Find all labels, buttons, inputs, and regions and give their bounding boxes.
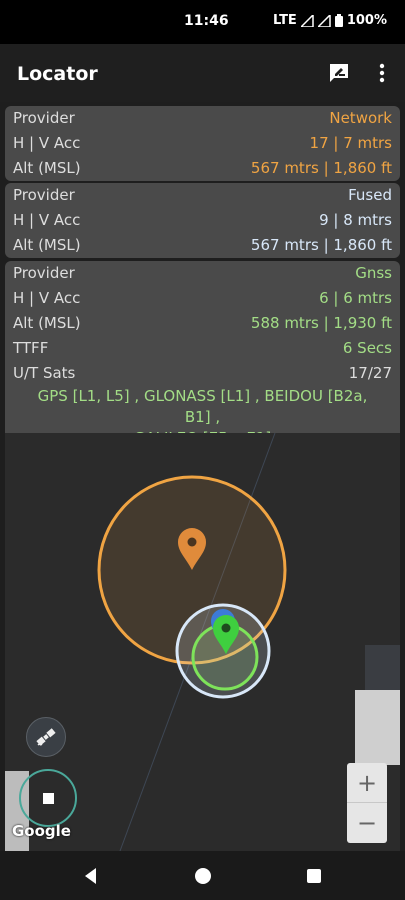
back-button[interactable] [80, 865, 102, 887]
altitude-row: Alt (MSL) 567 mtrs | 1,860 ft [5, 233, 400, 258]
gnss-provider-card: Provider Gnss H | V Acc 6 | 6 mtrs Alt (… [5, 261, 400, 451]
provider-row: Provider Fused [5, 183, 400, 208]
row-label: TTFF [13, 339, 49, 357]
stop-tracking-button[interactable] [19, 769, 77, 827]
row-label: H | V Acc [13, 211, 81, 229]
row-value: 9 | 8 mtrs [319, 211, 392, 229]
app-bar: Locator [0, 44, 405, 102]
provider-row: Provider Network [5, 106, 400, 131]
home-button[interactable] [192, 865, 214, 887]
row-label: Provider [13, 109, 75, 127]
recents-icon [307, 869, 321, 883]
row-value: Gnss [355, 264, 392, 282]
more-options-button[interactable] [367, 58, 397, 88]
row-label: Provider [13, 186, 75, 204]
row-label: U/T Sats [13, 364, 76, 382]
row-value: 6 Secs [342, 339, 392, 357]
stop-icon [42, 792, 54, 804]
row-label: Alt (MSL) [13, 314, 81, 332]
row-value: 17 | 7 mtrs [309, 134, 392, 152]
row-value: Network [329, 109, 392, 127]
signal-icon-2 [317, 14, 331, 27]
zoom-in-button[interactable]: + [347, 763, 387, 803]
accuracy-row: H | V Acc 6 | 6 mtrs [5, 286, 400, 311]
network-type: LTE [272, 13, 297, 28]
row-value: 6 | 6 mtrs [319, 289, 392, 307]
zoom-controls: + − [347, 763, 387, 843]
satellites-row: U/T Sats 17/27 [5, 361, 400, 386]
home-icon [195, 868, 211, 884]
google-attribution: Google [12, 822, 71, 840]
altitude-row: Alt (MSL) 588 mtrs | 1,930 ft [5, 311, 400, 336]
signal-icon [300, 14, 314, 27]
row-label: Alt (MSL) [13, 236, 81, 254]
feedback-icon [330, 64, 348, 82]
zoom-out-button[interactable]: − [347, 803, 387, 843]
fused-provider-card: Provider Fused H | V Acc 9 | 8 mtrs Alt … [5, 183, 400, 258]
feedback-button[interactable] [324, 58, 354, 88]
accuracy-row: H | V Acc 17 | 7 mtrs [5, 131, 400, 156]
row-value: 17/27 [348, 364, 392, 382]
map-building-light [355, 690, 400, 765]
recents-button[interactable] [303, 865, 325, 887]
map-view[interactable]: Google + − [5, 433, 400, 851]
ttff-row: TTFF 6 Secs [5, 336, 400, 361]
constellations-line-1: GPS [L1, L5] , GLONASS [L1] , BEIDOU [B2… [37, 387, 368, 426]
navigation-bar [0, 851, 405, 900]
row-value: 567 mtrs | 1,860 ft [250, 159, 392, 177]
status-time: 11:46 [184, 13, 229, 29]
back-icon [85, 868, 96, 884]
app-title: Locator [17, 63, 98, 85]
battery-icon [334, 14, 343, 27]
altitude-row: Alt (MSL) 567 mtrs | 1,860 ft [5, 156, 400, 181]
row-label: Provider [13, 264, 75, 282]
provider-row: Provider Gnss [5, 261, 400, 286]
row-label: H | V Acc [13, 134, 81, 152]
accuracy-row: H | V Acc 9 | 8 mtrs [5, 208, 400, 233]
battery-level: 100% [346, 13, 387, 28]
satellite-button[interactable] [26, 717, 66, 757]
row-label: H | V Acc [13, 289, 81, 307]
row-label: Alt (MSL) [13, 159, 81, 177]
row-value: 567 mtrs | 1,860 ft [250, 236, 392, 254]
status-right: LTE 100% [273, 13, 387, 28]
network-provider-card: Provider Network H | V Acc 17 | 7 mtrs A… [5, 106, 400, 181]
satellite-icon [36, 728, 56, 746]
row-value: 588 mtrs | 1,930 ft [250, 314, 392, 332]
status-bar: 11:46 LTE 100% [0, 0, 405, 44]
more-vert-icon [379, 63, 385, 83]
row-value: Fused [348, 186, 392, 204]
